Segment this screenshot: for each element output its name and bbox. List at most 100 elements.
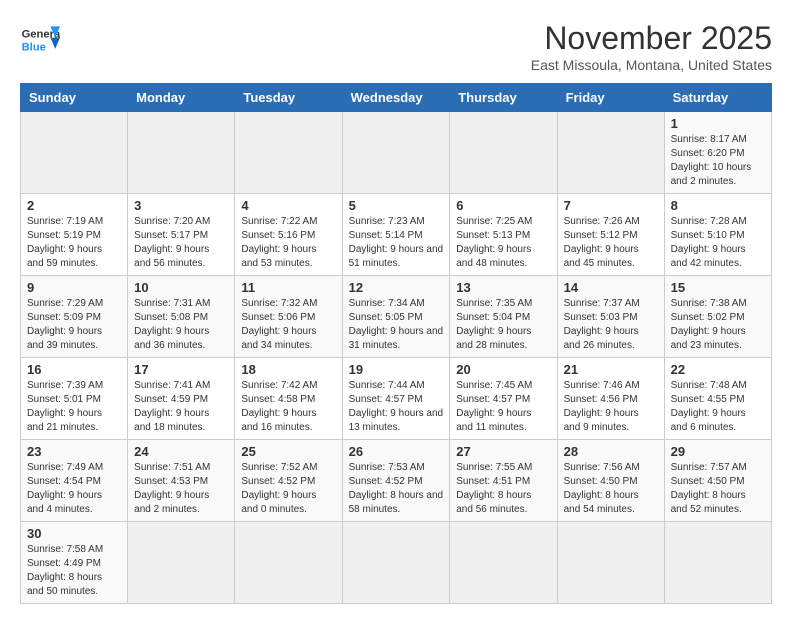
day-info: Sunrise: 7:42 AM Sunset: 4:58 PM Dayligh… <box>241 379 335 435</box>
calendar-cell: 8 Sunrise: 7:28 AM Sunset: 5:10 PM Daylig… <box>664 194 771 276</box>
day-info: Sunrise: 7:46 AM Sunset: 4:56 PM Dayligh… <box>564 379 658 435</box>
calendar-cell: 5Sunrise: 7:23 AM Sunset: 5:14 PM Daylig… <box>342 194 450 276</box>
calendar-cell: 7 Sunrise: 7:26 AM Sunset: 5:12 PM Daylig… <box>557 194 664 276</box>
weekday-header: Monday <box>128 84 235 112</box>
calendar-cell: 30 Sunrise: 7:58 AM Sunset: 4:49 PM Dayli… <box>21 522 128 604</box>
day-info: Sunrise: 7:28 AM Sunset: 5:10 PM Dayligh… <box>671 215 765 271</box>
calendar-cell: 22Sunrise: 7:48 AM Sunset: 4:55 PM Dayli… <box>664 358 771 440</box>
day-info: Sunrise: 7:57 AM Sunset: 4:50 PM Dayligh… <box>671 461 765 517</box>
day-info: Sunrise: 7:56 AM Sunset: 4:50 PM Dayligh… <box>564 461 658 517</box>
weekday-header-row: SundayMondayTuesdayWednesdayThursdayFrid… <box>21 84 772 112</box>
day-info: Sunrise: 7:32 AM Sunset: 5:06 PM Dayligh… <box>241 297 335 353</box>
day-number: 3 <box>134 198 228 213</box>
day-number: 29 <box>671 444 765 459</box>
weekday-header: Friday <box>557 84 664 112</box>
day-info: Sunrise: 7:25 AM Sunset: 5:13 PM Dayligh… <box>456 215 550 271</box>
day-info: Sunrise: 8:17 AM Sunset: 6:20 PM Dayligh… <box>671 133 765 189</box>
day-info: Sunrise: 7:23 AM Sunset: 5:14 PM Dayligh… <box>349 215 444 271</box>
day-info: Sunrise: 7:26 AM Sunset: 5:12 PM Dayligh… <box>564 215 658 271</box>
day-number: 1 <box>671 116 765 131</box>
day-number: 30 <box>27 526 121 541</box>
day-info: Sunrise: 7:39 AM Sunset: 5:01 PM Dayligh… <box>27 379 121 435</box>
day-info: Sunrise: 7:49 AM Sunset: 4:54 PM Dayligh… <box>27 461 121 517</box>
day-number: 18 <box>241 362 335 377</box>
calendar-cell: 4Sunrise: 7:22 AM Sunset: 5:16 PM Daylig… <box>235 194 342 276</box>
month-title: November 2025 <box>531 20 772 57</box>
calendar-cell: 15 Sunrise: 7:38 AM Sunset: 5:02 PM Dayli… <box>664 276 771 358</box>
day-number: 24 <box>134 444 228 459</box>
calendar-cell: 28 Sunrise: 7:56 AM Sunset: 4:50 PM Dayli… <box>557 440 664 522</box>
weekday-header: Tuesday <box>235 84 342 112</box>
day-number: 15 <box>671 280 765 295</box>
calendar-cell <box>342 522 450 604</box>
day-number: 16 <box>27 362 121 377</box>
calendar-cell: 25 Sunrise: 7:52 AM Sunset: 4:52 PM Dayli… <box>235 440 342 522</box>
day-info: Sunrise: 7:20 AM Sunset: 5:17 PM Dayligh… <box>134 215 228 271</box>
calendar-cell: 16 Sunrise: 7:39 AM Sunset: 5:01 PM Dayli… <box>21 358 128 440</box>
day-number: 2 <box>27 198 121 213</box>
calendar-cell: 19 Sunrise: 7:44 AM Sunset: 4:57 PM Dayli… <box>342 358 450 440</box>
calendar-cell: 29 Sunrise: 7:57 AM Sunset: 4:50 PM Dayli… <box>664 440 771 522</box>
calendar-cell: 13 Sunrise: 7:35 AM Sunset: 5:04 PM Dayli… <box>450 276 557 358</box>
day-info: Sunrise: 7:41 AM Sunset: 4:59 PM Dayligh… <box>134 379 228 435</box>
calendar-cell: 18 Sunrise: 7:42 AM Sunset: 4:58 PM Dayli… <box>235 358 342 440</box>
calendar-cell: 24 Sunrise: 7:51 AM Sunset: 4:53 PM Dayli… <box>128 440 235 522</box>
day-info: Sunrise: 7:38 AM Sunset: 5:02 PM Dayligh… <box>671 297 765 353</box>
calendar-cell <box>21 112 128 194</box>
logo: General Blue <box>20 20 60 60</box>
svg-text:Blue: Blue <box>22 41 46 53</box>
calendar-cell <box>450 112 557 194</box>
calendar-cell: 6 Sunrise: 7:25 AM Sunset: 5:13 PM Daylig… <box>450 194 557 276</box>
day-number: 8 <box>671 198 765 213</box>
weekday-header: Thursday <box>450 84 557 112</box>
day-info: Sunrise: 7:34 AM Sunset: 5:05 PM Dayligh… <box>349 297 444 353</box>
day-number: 10 <box>134 280 228 295</box>
day-number: 13 <box>456 280 550 295</box>
location-title: East Missoula, Montana, United States <box>531 57 772 73</box>
day-number: 27 <box>456 444 550 459</box>
weekday-header: Sunday <box>21 84 128 112</box>
day-number: 19 <box>349 362 444 377</box>
day-info: Sunrise: 7:52 AM Sunset: 4:52 PM Dayligh… <box>241 461 335 517</box>
day-number: 23 <box>27 444 121 459</box>
day-number: 26 <box>349 444 444 459</box>
day-number: 11 <box>241 280 335 295</box>
day-info: Sunrise: 7:45 AM Sunset: 4:57 PM Dayligh… <box>456 379 550 435</box>
day-info: Sunrise: 7:44 AM Sunset: 4:57 PM Dayligh… <box>349 379 444 435</box>
calendar-cell: 10 Sunrise: 7:31 AM Sunset: 5:08 PM Dayli… <box>128 276 235 358</box>
calendar-cell: 11 Sunrise: 7:32 AM Sunset: 5:06 PM Dayli… <box>235 276 342 358</box>
calendar-cell: 1 Sunrise: 8:17 AM Sunset: 6:20 PM Daylig… <box>664 112 771 194</box>
day-number: 9 <box>27 280 121 295</box>
calendar-cell: 12 Sunrise: 7:34 AM Sunset: 5:05 PM Dayli… <box>342 276 450 358</box>
calendar-cell <box>664 522 771 604</box>
calendar-table: SundayMondayTuesdayWednesdayThursdayFrid… <box>20 83 772 604</box>
calendar-cell <box>557 112 664 194</box>
day-number: 7 <box>564 198 658 213</box>
calendar-cell: 2 Sunrise: 7:19 AM Sunset: 5:19 PM Daylig… <box>21 194 128 276</box>
day-number: 14 <box>564 280 658 295</box>
day-info: Sunrise: 7:22 AM Sunset: 5:16 PM Dayligh… <box>241 215 335 271</box>
day-number: 12 <box>349 280 444 295</box>
day-number: 21 <box>564 362 658 377</box>
day-info: Sunrise: 7:35 AM Sunset: 5:04 PM Dayligh… <box>456 297 550 353</box>
calendar-cell: 9 Sunrise: 7:29 AM Sunset: 5:09 PM Daylig… <box>21 276 128 358</box>
logo-icon: General Blue <box>20 20 60 60</box>
calendar-cell <box>342 112 450 194</box>
day-number: 25 <box>241 444 335 459</box>
day-info: Sunrise: 7:29 AM Sunset: 5:09 PM Dayligh… <box>27 297 121 353</box>
calendar-cell <box>128 112 235 194</box>
day-info: Sunrise: 7:19 AM Sunset: 5:19 PM Dayligh… <box>27 215 121 271</box>
day-number: 17 <box>134 362 228 377</box>
day-number: 22 <box>671 362 765 377</box>
day-number: 28 <box>564 444 658 459</box>
day-info: Sunrise: 7:51 AM Sunset: 4:53 PM Dayligh… <box>134 461 228 517</box>
weekday-header: Wednesday <box>342 84 450 112</box>
day-info: Sunrise: 7:37 AM Sunset: 5:03 PM Dayligh… <box>564 297 658 353</box>
weekday-header: Saturday <box>664 84 771 112</box>
day-info: Sunrise: 7:53 AM Sunset: 4:52 PM Dayligh… <box>349 461 444 517</box>
day-info: Sunrise: 7:31 AM Sunset: 5:08 PM Dayligh… <box>134 297 228 353</box>
calendar-cell <box>235 522 342 604</box>
day-number: 6 <box>456 198 550 213</box>
day-info: Sunrise: 7:58 AM Sunset: 4:49 PM Dayligh… <box>27 543 121 599</box>
calendar-cell: 20Sunrise: 7:45 AM Sunset: 4:57 PM Dayli… <box>450 358 557 440</box>
